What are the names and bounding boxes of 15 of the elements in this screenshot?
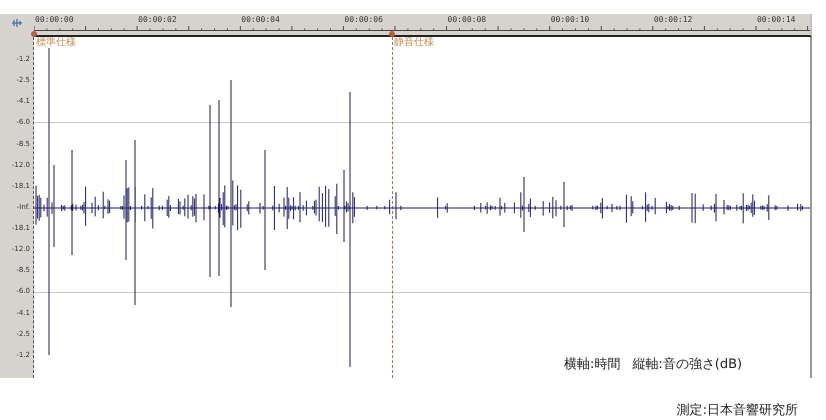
time-label: 00:00:00 xyxy=(35,15,74,24)
waveform-icon[interactable] xyxy=(11,18,23,28)
marker-label: 標準仕様 xyxy=(36,37,76,48)
marker-handle[interactable] xyxy=(389,31,395,37)
credit-text: 測定:日本音響研究所 xyxy=(676,402,798,419)
time-label: 00:00:04 xyxy=(241,15,280,24)
time-label: 00:00:02 xyxy=(138,15,177,24)
time-label: 00:00:08 xyxy=(448,15,486,24)
horizontal-axis-caption: 横軸:時間 xyxy=(564,356,620,373)
time-ruler[interactable]: 00:00:00 00:00:02 00:00:04 00:00:06 00:00:08 00:00:10 00:00:12 00:00:14 xyxy=(34,14,812,31)
time-label: 00:00:10 xyxy=(550,15,590,24)
vertical-axis-caption: 縦軸:音の強さ(dB) xyxy=(632,356,742,373)
time-label: 00:00:12 xyxy=(654,15,692,24)
time-label: 00:00:06 xyxy=(344,15,383,24)
time-label: 00:00:14 xyxy=(756,15,796,24)
